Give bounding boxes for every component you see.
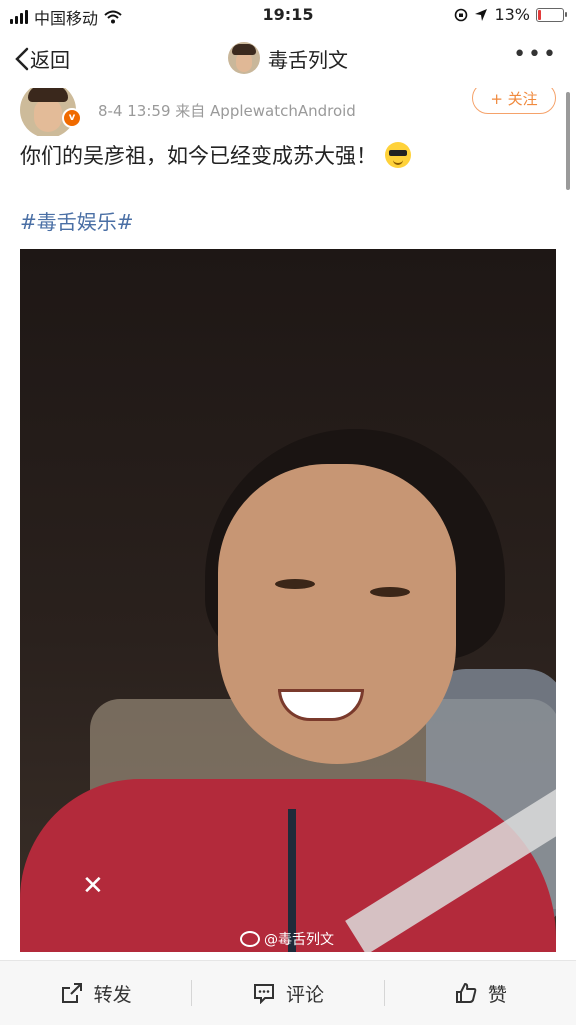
more-dots-icon: ••• bbox=[513, 42, 558, 67]
comment-icon bbox=[253, 984, 274, 1004]
verified-badge-icon: v bbox=[62, 108, 82, 128]
scrollbar[interactable] bbox=[566, 92, 570, 190]
like-button[interactable]: 赞 bbox=[385, 980, 576, 1007]
post-text: 你们的吴彦祖，如今已经变成苏大强！ bbox=[20, 140, 411, 170]
jacket-logo-icon: ✕ bbox=[82, 871, 104, 901]
post-meta: 8-4 13:59 来自 ApplewatchAndroid bbox=[98, 102, 356, 120]
hashtag-link[interactable]: #毒舌娱乐# bbox=[20, 206, 134, 235]
image-watermark: @毒舌列文 bbox=[240, 929, 334, 949]
post-header: v 8-4 13:59 来自 ApplewatchAndroid + 关注 bbox=[0, 88, 576, 136]
battery-icon bbox=[536, 7, 567, 22]
location-icon bbox=[475, 8, 488, 21]
rotation-lock-icon bbox=[455, 8, 468, 21]
thumbs-up-icon bbox=[455, 983, 477, 1003]
comment-label: 评论 bbox=[285, 983, 324, 1006]
nav-title: 毒舌列文 bbox=[268, 47, 348, 72]
nav-title-group[interactable]: 毒舌列文 bbox=[0, 42, 576, 74]
bottom-toolbar: 转发 评论 赞 bbox=[0, 960, 576, 1025]
battery-percent: 13% bbox=[494, 5, 530, 24]
post-body: 你们的吴彦祖，如今已经变成苏大强！ bbox=[20, 144, 377, 168]
repost-button[interactable]: 转发 bbox=[0, 980, 191, 1007]
nav-bar: 返回 毒舌列文 ••• bbox=[0, 30, 576, 88]
weibo-icon bbox=[240, 931, 260, 947]
more-button[interactable]: ••• bbox=[513, 42, 558, 67]
cool-face-emoji-icon bbox=[385, 142, 411, 168]
status-right: 13% bbox=[454, 5, 567, 24]
watermark-text: @毒舌列文 bbox=[264, 932, 334, 948]
avatar bbox=[228, 42, 260, 74]
post-image[interactable]: ✕ @毒舌列文 bbox=[20, 249, 556, 952]
like-label: 赞 bbox=[487, 983, 507, 1006]
comment-button[interactable]: 评论 bbox=[192, 980, 383, 1007]
status-bar: 中国移动 19:15 13% bbox=[0, 0, 576, 30]
follow-button[interactable]: + 关注 bbox=[472, 88, 556, 114]
share-icon bbox=[61, 983, 82, 1003]
repost-label: 转发 bbox=[93, 983, 132, 1006]
